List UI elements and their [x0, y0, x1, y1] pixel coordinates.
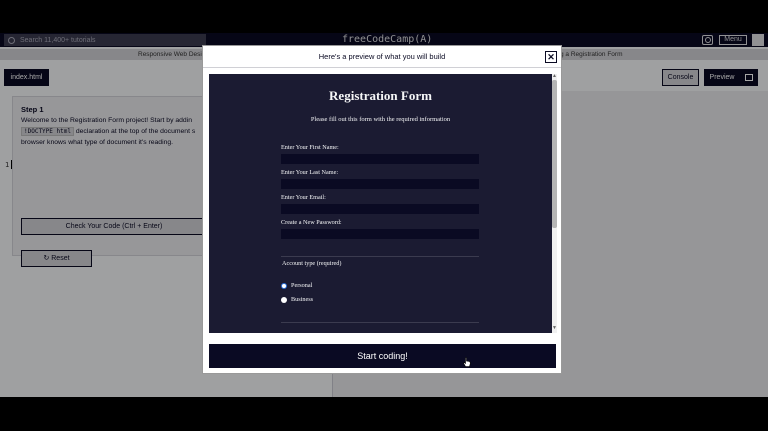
business-radio[interactable] [281, 297, 287, 303]
password-label: Create a New Password: [281, 219, 342, 226]
modal-title: Here's a preview of what you will build [203, 46, 561, 68]
start-coding-button[interactable]: Start coding! [209, 344, 556, 368]
preview-modal: Here's a preview of what you will build … [202, 45, 562, 374]
project-preview-frame[interactable]: Registration Form Please fill out this f… [209, 74, 552, 333]
email-label: Enter Your Email: [281, 194, 326, 201]
preview-scrollbar[interactable]: ▲ ▼ [552, 74, 557, 333]
first-name-label: Enter Your First Name: [281, 144, 339, 151]
personal-radio[interactable] [281, 283, 287, 289]
account-type-legend: Account type (required) [282, 260, 342, 267]
business-label: Business [291, 296, 314, 303]
password-input[interactable] [281, 229, 479, 239]
fieldset-divider [281, 256, 479, 257]
personal-label: Personal [291, 282, 313, 289]
fcc-app-frame: Search 11,400+ tutorials freeCodeCamp(A)… [0, 33, 768, 397]
scroll-up-icon[interactable]: ▲ [552, 74, 557, 79]
last-name-label: Enter Your Last Name: [281, 169, 339, 176]
form-description: Please fill out this form with the requi… [310, 116, 451, 123]
form-title: Registration Form [329, 88, 432, 103]
mouse-pointer-hand-icon [463, 357, 471, 367]
scroll-thumb[interactable] [552, 80, 557, 228]
last-name-input[interactable] [281, 179, 479, 189]
email-input[interactable] [281, 204, 479, 214]
first-name-input[interactable] [281, 154, 479, 164]
close-icon[interactable]: ✕ [545, 51, 557, 63]
scroll-down-icon[interactable]: ▼ [552, 326, 557, 331]
fieldset-divider-bottom [281, 322, 479, 323]
